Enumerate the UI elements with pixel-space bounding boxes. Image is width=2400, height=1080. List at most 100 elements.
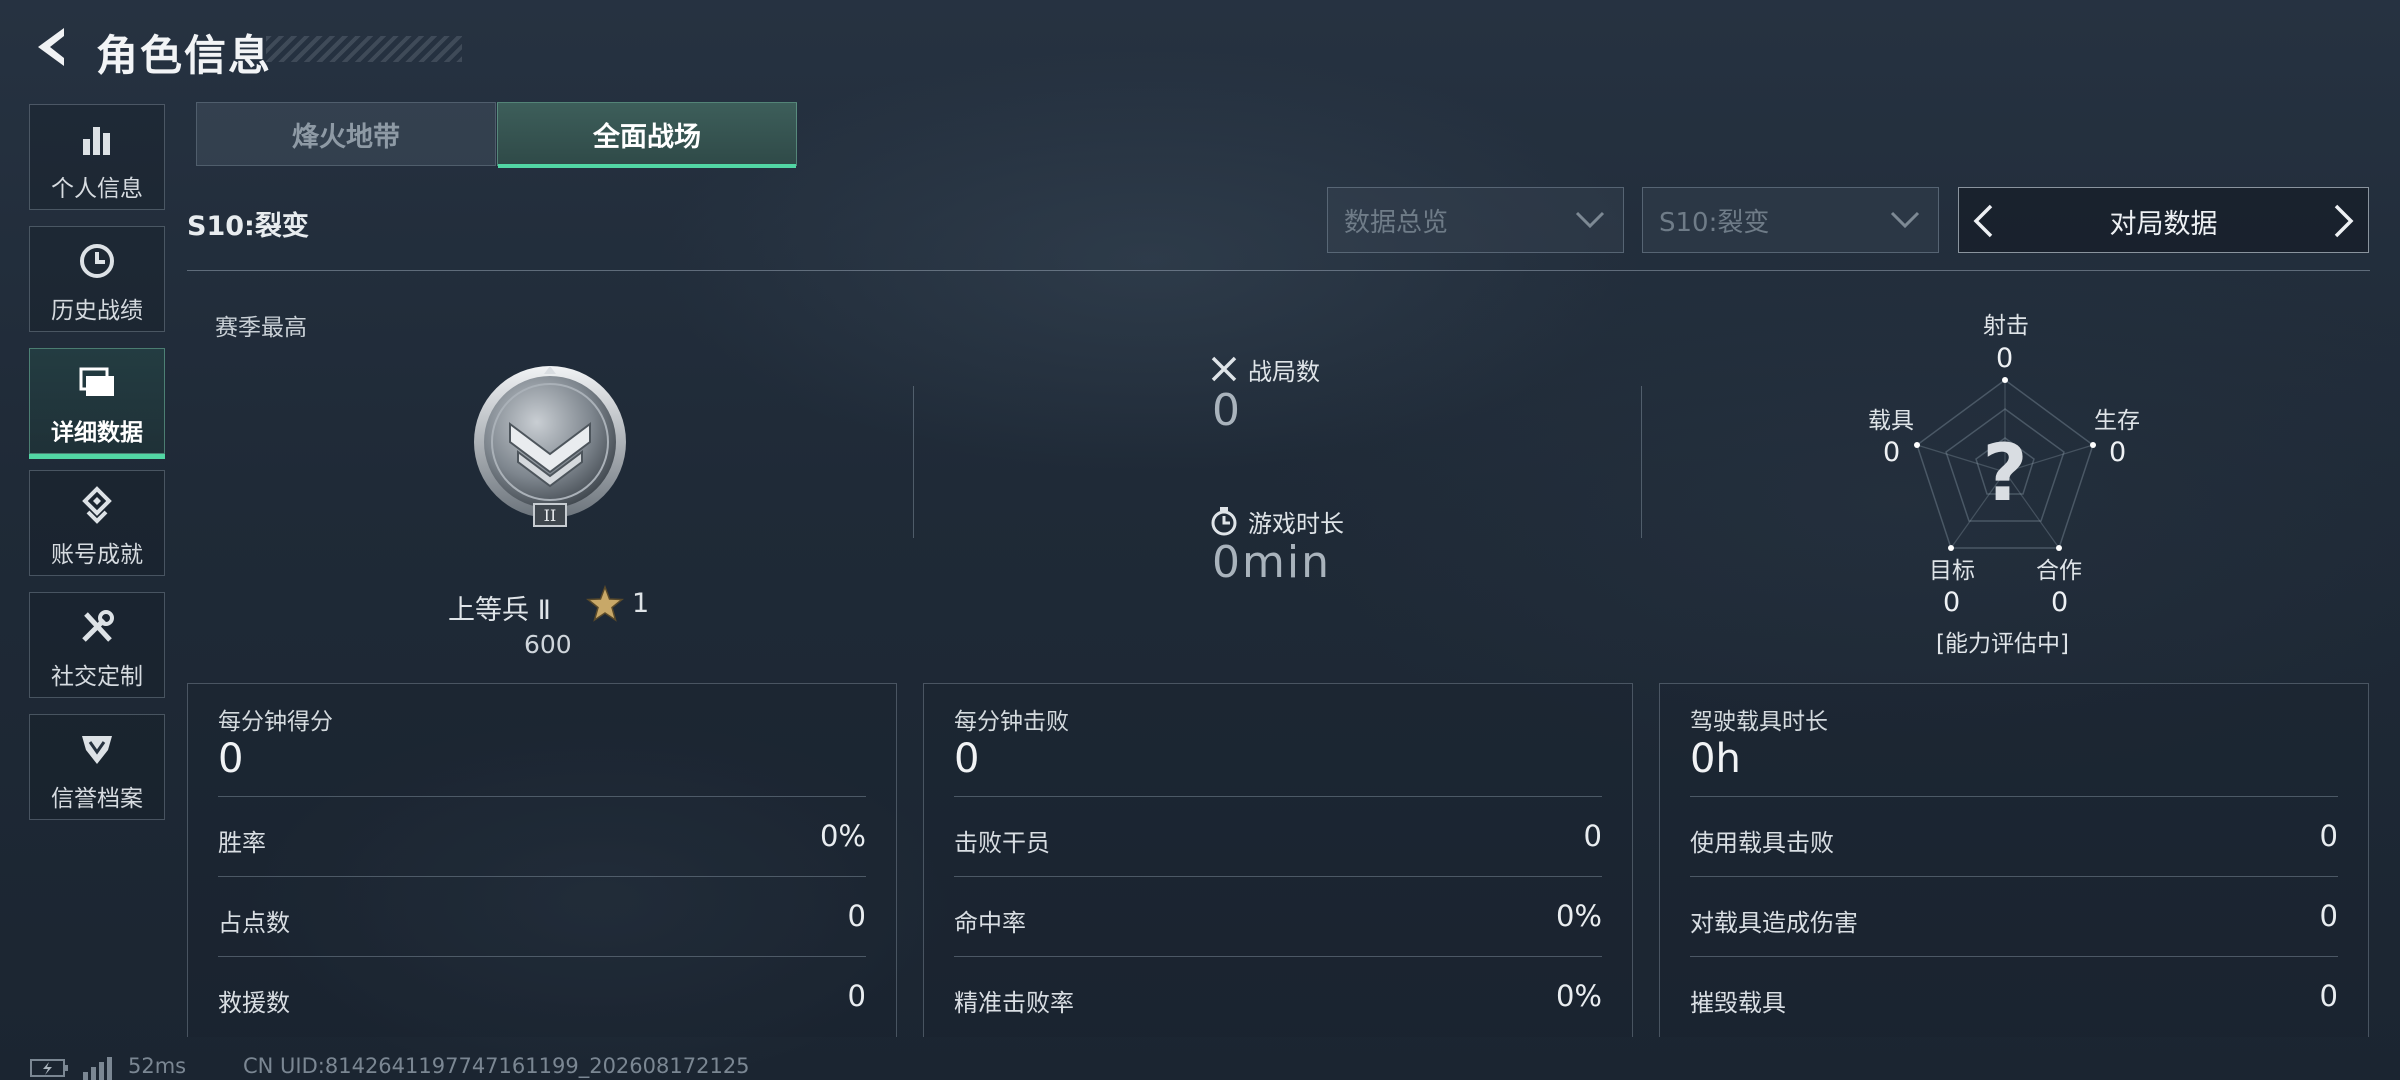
stat-value: 0% (819, 819, 866, 853)
stat-label: 摧毁载具 (1690, 989, 1786, 1017)
season-dropdown[interactable]: S10:裂变 (1642, 187, 1939, 253)
ping-value: 52ms (128, 1054, 187, 1078)
rank-star-count: 1 (632, 588, 650, 619)
rank-badge-icon: II (474, 366, 626, 527)
stat-value: 0 (2319, 819, 2338, 853)
data-type-switcher: 对局数据 (1958, 187, 2369, 253)
uid-text: CN UID:8142641197747161199_202608172125 (243, 1054, 750, 1078)
badge-numeral: II (544, 506, 557, 525)
folder-icon (79, 367, 114, 396)
stat-row: 摧毁载具 0 (1690, 956, 2338, 1037)
radar-label-vehicle: 载具 (1868, 408, 1914, 434)
stat-label: 命中率 (954, 909, 1026, 937)
season-title: S10:裂变 (187, 211, 309, 242)
stat-row: 使用载具击败 0 (1690, 796, 2338, 877)
radar-label-survival: 生存 (2094, 408, 2140, 434)
overview-dropdown-value: 数据总览 (1344, 207, 1449, 238)
vertical-divider (913, 386, 914, 538)
sidebar-item-personal-info[interactable]: 个人信息 (29, 104, 165, 210)
vehicle-panel: 驾驶载具时长 0h 使用载具击败 0 对载具造成伤害 0 摧毁载具 0 (1659, 683, 2369, 1037)
stat-row: 占点数 0 (218, 876, 866, 957)
history-icon (80, 244, 114, 278)
radar-value-cooperation: 0 (2051, 587, 2069, 618)
radar-value-vehicle: 0 (1883, 437, 1901, 468)
panel-title: 每分钟击败 (954, 709, 1069, 735)
sidebar-item-match-history[interactable]: 历史战绩 (29, 226, 165, 332)
achievement-icon (82, 486, 112, 524)
sidebar-item-achievements[interactable]: 账号成就 (29, 470, 165, 576)
chevron-down-icon (1575, 211, 1605, 229)
crossed-swords-icon (1211, 356, 1237, 382)
tab-warzone-extraction[interactable]: 烽火地带 (196, 102, 496, 166)
stat-label: 胜率 (218, 829, 266, 857)
sidebar-item-label: 个人信息 (51, 176, 143, 202)
sidebar-item-label: 信誉档案 (51, 786, 143, 812)
radar-value-survival: 0 (2109, 437, 2127, 468)
stat-label: 占点数 (218, 909, 290, 937)
season-best-label: 赛季最高 (215, 315, 307, 341)
stat-value: 0 (847, 899, 866, 933)
stat-value: 0% (1555, 979, 1602, 1013)
stat-row: 胜率 0% (218, 796, 866, 877)
stat-label: 对载具造成伤害 (1690, 909, 1858, 937)
sidebar-item-social-custom[interactable]: 社交定制 (29, 592, 165, 698)
radar-label-cooperation: 合作 (2036, 558, 2082, 584)
score-panel: 每分钟得分 0 胜率 0% 占点数 0 救援数 0 (187, 683, 897, 1037)
sidebar-item-detailed-data[interactable]: 详细数据 (29, 348, 165, 459)
play-time-value: 0min (1212, 537, 1331, 588)
panel-title: 每分钟得分 (218, 709, 333, 735)
season-dropdown-value: S10:裂变 (1659, 207, 1770, 238)
sidebar-item-label: 账号成就 (51, 542, 143, 568)
kills-panel: 每分钟击败 0 击败干员 0 命中率 0% 精准击败率 0% (923, 683, 1633, 1037)
stat-value: 0 (2319, 979, 2338, 1013)
panel-title: 驾驶载具时长 (1690, 709, 1828, 735)
radar-value-shooting: 0 (1996, 343, 2014, 374)
chevron-right-icon[interactable] (2332, 204, 2356, 238)
stat-row: 救援数 0 (218, 956, 866, 1037)
signal-icon (83, 1057, 112, 1080)
vertical-divider (1641, 386, 1642, 538)
sidebar-item-label: 详细数据 (51, 420, 143, 446)
stat-row: 精准击败率 0% (954, 956, 1602, 1037)
stat-label: 击败干员 (954, 829, 1050, 857)
radar-unknown-mark: ? (1982, 429, 2027, 519)
stat-row: 击败干员 0 (954, 796, 1602, 877)
rank-points: 600 (524, 630, 572, 659)
stat-row: 命中率 0% (954, 876, 1602, 957)
shield-icon (82, 736, 112, 764)
radar-status: [能力评估中] (1936, 631, 2069, 657)
ability-radar-chart: ? (1914, 377, 2096, 551)
tools-icon (82, 610, 114, 642)
page-title: 角色信息 (96, 31, 273, 80)
tab-full-battlefield[interactable]: 全面战场 (497, 102, 797, 168)
stat-value: 0 (2319, 899, 2338, 933)
stat-row: 对载具造成伤害 0 (1690, 876, 2338, 957)
title-decoration (266, 36, 462, 62)
switcher-label: 对局数据 (2109, 209, 2218, 240)
stat-value: 0 (1583, 819, 1602, 853)
sidebar-item-reputation[interactable]: 信誉档案 (29, 714, 165, 820)
battery-icon (30, 1059, 68, 1077)
panel-value: 0 (954, 736, 980, 782)
stat-label: 救援数 (218, 989, 290, 1017)
panel-value: 0 (218, 736, 244, 782)
radar-label-objective: 目标 (1929, 558, 1975, 584)
stat-label: 使用载具击败 (1690, 829, 1834, 857)
stat-value: 0 (847, 979, 866, 1013)
stat-value: 0% (1555, 899, 1602, 933)
back-arrow-icon[interactable] (26, 22, 76, 72)
overview-dropdown[interactable]: 数据总览 (1327, 187, 1624, 253)
stopwatch-icon (1211, 507, 1237, 536)
bar-chart-icon (83, 127, 110, 155)
star-icon (586, 585, 624, 622)
sidebar-item-label: 社交定制 (51, 664, 143, 690)
rank-name: 上等兵 Ⅱ (448, 595, 551, 626)
sidebar-item-label: 历史战绩 (51, 298, 143, 324)
matches-count-value: 0 (1212, 385, 1242, 436)
section-divider (187, 270, 2370, 271)
chevron-down-icon (1890, 211, 1920, 229)
play-time-label: 游戏时长 (1248, 510, 1344, 538)
radar-label-shooting: 射击 (1983, 313, 2029, 339)
stat-label: 精准击败率 (954, 989, 1074, 1017)
panel-value: 0h (1690, 736, 1741, 782)
